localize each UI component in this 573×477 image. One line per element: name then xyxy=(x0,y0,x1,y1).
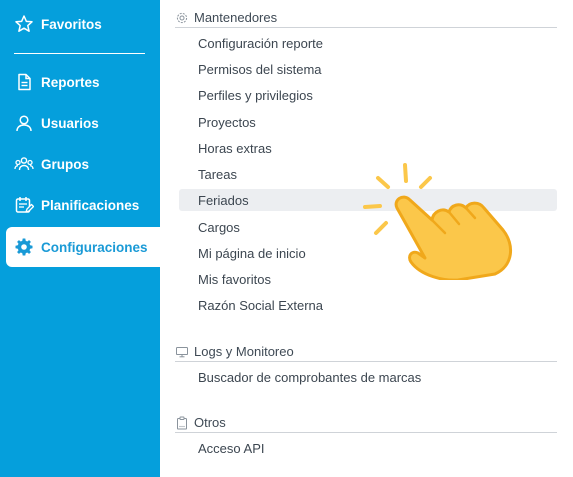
section-title: Mantenedores xyxy=(194,10,278,25)
link-permisos-del-sistema[interactable]: Permisos del sistema xyxy=(179,58,557,80)
link-acceso-api[interactable]: Acceso API xyxy=(179,437,557,459)
section-title: Otros xyxy=(194,415,226,430)
calendar-edit-icon xyxy=(14,195,34,215)
sidebar-item-reportes[interactable]: Reportes xyxy=(0,62,160,102)
group-icon xyxy=(14,154,34,174)
gear-icon xyxy=(14,237,34,257)
section-header-logs-y-monitoreo: Logs y Monitoreo xyxy=(175,342,557,362)
sidebar-item-label: Usuarios xyxy=(41,115,99,131)
sidebar-item-label: Configuraciones xyxy=(41,239,148,255)
link-horas-extras[interactable]: Horas extras xyxy=(179,137,557,159)
section-title: Logs y Monitoreo xyxy=(194,344,294,359)
clipboard-icon xyxy=(175,416,189,430)
link-razon-social-externa[interactable]: Razón Social Externa xyxy=(179,294,557,316)
sidebar-item-label: Planificaciones xyxy=(41,197,140,213)
sidebar-item-grupos[interactable]: Grupos xyxy=(0,144,160,184)
sidebar-item-configuraciones[interactable]: Configuraciones xyxy=(6,227,160,267)
sidebar-item-label: Grupos xyxy=(41,156,90,172)
sidebar: Favoritos Reportes Usuarios Grupos Plani… xyxy=(0,0,160,477)
sidebar-divider xyxy=(14,53,145,54)
link-perfiles-y-privilegios[interactable]: Perfiles y privilegios xyxy=(179,84,557,106)
pointing-hand-icon xyxy=(363,163,512,280)
star-icon xyxy=(14,14,34,34)
sidebar-item-label: Favoritos xyxy=(41,16,102,32)
link-configuracion-reporte[interactable]: Configuración reporte xyxy=(179,32,557,54)
link-proyectos[interactable]: Proyectos xyxy=(179,111,557,133)
document-icon xyxy=(14,72,34,92)
sidebar-item-planificaciones[interactable]: Planificaciones xyxy=(0,185,160,225)
sidebar-item-favoritos[interactable]: Favoritos xyxy=(0,4,160,44)
section-header-otros: Otros xyxy=(175,413,557,433)
sidebar-item-usuarios[interactable]: Usuarios xyxy=(0,103,160,143)
link-buscador-de-comprobantes[interactable]: Buscador de comprobantes de marcas xyxy=(179,366,557,388)
section-header-mantenedores: Mantenedores xyxy=(175,8,557,28)
sidebar-item-label: Reportes xyxy=(41,74,100,90)
monitor-icon xyxy=(175,345,189,359)
user-icon xyxy=(14,113,34,133)
gear-outline-icon xyxy=(175,11,189,25)
